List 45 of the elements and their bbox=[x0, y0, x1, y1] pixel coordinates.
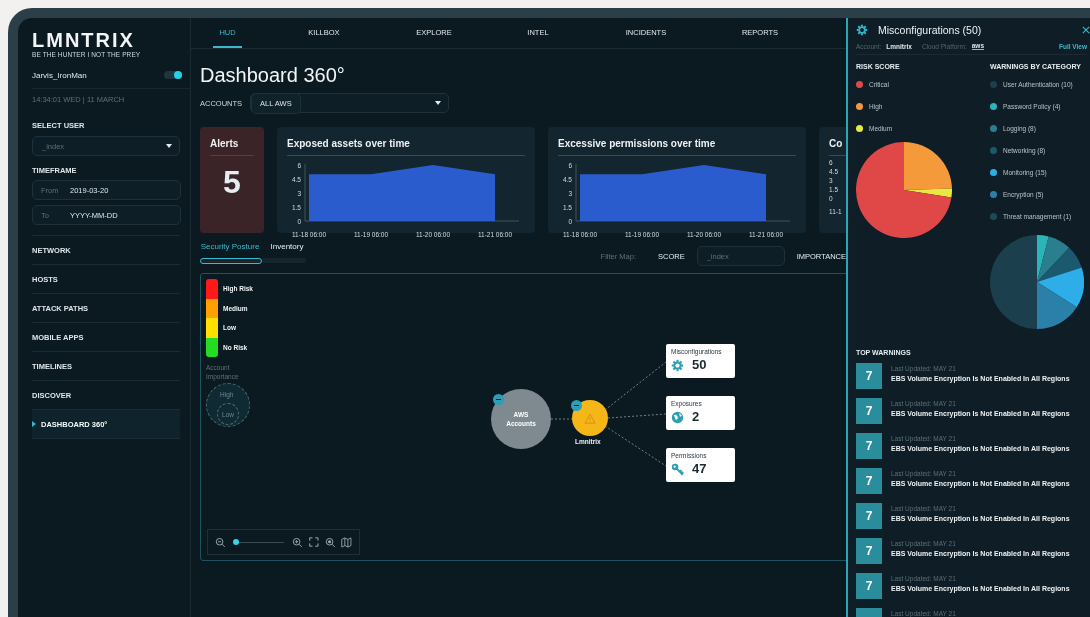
org-node[interactable] bbox=[572, 400, 608, 436]
connector-line bbox=[607, 413, 667, 419]
score-tile: 7 bbox=[856, 363, 882, 389]
connector-line bbox=[604, 361, 667, 411]
key-icon bbox=[671, 462, 684, 476]
view-tab[interactable]: Inventory bbox=[262, 242, 306, 264]
slider-thumb[interactable] bbox=[233, 539, 240, 545]
caret-icon bbox=[32, 421, 36, 427]
user-name: Jarvis_IronMan bbox=[32, 70, 87, 80]
logo: LMNTRIX bbox=[32, 30, 136, 50]
warning-icon bbox=[584, 412, 596, 424]
score-tile: 7 bbox=[856, 468, 882, 494]
toggle-switch[interactable] bbox=[164, 71, 182, 79]
score-tile: 7 bbox=[856, 573, 882, 599]
zoom-out-icon[interactable] bbox=[215, 536, 226, 548]
view-tab[interactable]: Security Posture bbox=[200, 242, 262, 264]
score-tile: 7 bbox=[856, 433, 882, 459]
score-tile: 7 bbox=[856, 503, 882, 529]
map-icon[interactable] bbox=[341, 536, 352, 548]
collapse-button[interactable] bbox=[571, 400, 582, 411]
zoom-in-icon[interactable] bbox=[292, 536, 303, 548]
close-icon[interactable] bbox=[1082, 26, 1090, 34]
finding-count: 2 bbox=[692, 410, 700, 424]
gear-icon bbox=[671, 358, 684, 372]
alert-count: 5 bbox=[222, 164, 242, 201]
card-title: Alerts bbox=[210, 138, 240, 149]
search-icon[interactable] bbox=[324, 536, 336, 548]
card-title: Exposed assets over time bbox=[287, 138, 411, 149]
finding-count: 47 bbox=[692, 462, 707, 476]
collapse-button[interactable] bbox=[493, 394, 504, 405]
panel-title: Misconfigurations (50) bbox=[878, 24, 982, 36]
gear-icon bbox=[856, 24, 868, 36]
card-title: Co bbox=[829, 138, 844, 149]
caret-icon bbox=[166, 144, 172, 148]
card-title: Excessive permissions over time bbox=[558, 138, 717, 149]
finding-count: 50 bbox=[692, 358, 707, 372]
connector-line bbox=[604, 425, 667, 467]
globe-icon bbox=[671, 410, 684, 424]
fit-screen-icon[interactable] bbox=[308, 537, 319, 547]
score-tile: 7 bbox=[856, 538, 882, 564]
score-tile: 7 bbox=[856, 398, 882, 424]
page-title: Dashboard 360° bbox=[200, 63, 346, 87]
connector-line bbox=[550, 418, 573, 420]
zoom-slider[interactable] bbox=[233, 539, 285, 545]
caret-icon bbox=[435, 101, 442, 105]
